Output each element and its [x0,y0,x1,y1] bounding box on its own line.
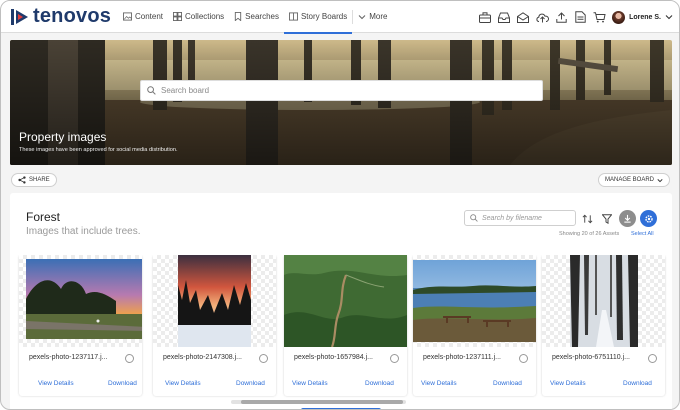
manage-board-label: MANAGE BOARD [605,177,655,183]
nav-content[interactable]: Content [118,1,168,33]
asset-filename: pexels-photo-1237117.j... [29,354,108,361]
sort-button[interactable] [579,211,595,227]
mail-open-icon[interactable] [514,8,532,26]
asset-filename: pexels-photo-2147308.j... [163,354,242,361]
bookmark-icon [235,12,242,21]
view-details-link[interactable]: View Details [165,380,201,387]
top-navigation-bar: tenovos Content Collections Searches Sto… [1,1,679,34]
asset-filename: pexels-photo-6751110.j... [552,354,630,361]
winter-sunset-forest-photo [178,255,251,347]
chevron-down-icon [657,178,663,182]
asset-card[interactable]: pexels-photo-1237117.j... View Details D… [19,255,142,396]
asset-thumbnail[interactable] [542,255,665,347]
board-search-input[interactable]: Search board [140,80,543,101]
asset-card[interactable]: pexels-photo-1657984.j... View Details D… [284,255,407,396]
board-title: Property images [19,130,107,144]
settings-button[interactable] [640,210,657,227]
view-details-link[interactable]: View Details [292,380,328,387]
manage-board-button[interactable]: MANAGE BOARD [598,173,671,187]
app-window: tenovos Content Collections Searches Sto… [0,0,680,410]
horizontal-scrollbar-thumb[interactable] [241,400,403,404]
share-button[interactable]: SHARE [11,173,57,187]
asset-count: Showing 20 of 26 Assets [559,231,620,237]
asset-select-checkbox[interactable] [125,354,134,363]
nav-content-label: Content [135,12,164,21]
grid-icon [173,12,183,21]
asset-thumbnail[interactable] [153,255,276,347]
view-details-link[interactable]: View Details [421,380,457,387]
board-subtitle: These images have been approved for soci… [19,147,178,153]
asset-thumbnail[interactable] [413,255,536,347]
download-link[interactable]: Download [493,380,522,387]
snowy-forest-path-photo [570,255,638,347]
cart-icon[interactable] [590,8,608,26]
view-details-link[interactable]: View Details [38,380,74,387]
nav-searches-label: Searches [245,12,279,21]
asset-thumbnail[interactable] [284,255,407,347]
download-icon [624,214,631,223]
asset-card[interactable]: pexels-photo-2147308.j... View Details D… [153,255,276,396]
gear-icon [644,214,653,223]
briefcase-icon[interactable] [476,8,494,26]
asset-filename: pexels-photo-1657984.j... [294,354,373,361]
upload-cloud-icon[interactable] [533,8,551,26]
board-hero-banner: Search board Property images These image… [10,40,672,165]
download-link[interactable]: Download [108,380,137,387]
filename-search-input[interactable]: Search by filename [464,210,576,226]
asset-filename: pexels-photo-1237111.j... [423,354,501,361]
sunset-road-photo [26,259,142,339]
nav-collections-label: Collections [185,12,225,21]
nav-story-boards[interactable]: Story Boards [283,1,353,34]
tenovos-logo[interactable]: tenovos [10,5,115,28]
image-icon [123,12,132,21]
filter-icon [602,214,612,224]
asset-select-checkbox[interactable] [519,354,528,363]
nav-more-label: More [369,12,388,21]
lake-bench-photo [413,260,536,342]
share-icon [18,176,26,184]
user-name: Lorene S. [629,13,661,21]
toolbar-icons: Lorene S. [475,1,673,33]
nav-story-boards-label: Story Boards [300,12,348,21]
download-all-button[interactable] [619,210,636,227]
download-link[interactable]: Download [623,380,652,387]
download-link[interactable]: Download [365,380,394,387]
search-icon [147,86,156,95]
asset-card[interactable]: pexels-photo-1237111.j... View Details D… [413,255,536,396]
asset-select-checkbox[interactable] [390,354,399,363]
chevron-down-icon [665,15,673,20]
asset-card-list: pexels-photo-1237117.j... View Details D… [16,255,672,400]
inbox-icon[interactable] [495,8,513,26]
user-menu[interactable]: Lorene S. [612,10,673,24]
asset-select-checkbox[interactable] [648,354,657,363]
view-details-link[interactable]: View Details [550,380,586,387]
main-nav: Content Collections Searches Story Board… [118,1,392,34]
avatar [612,10,626,24]
aerial-forest-road-photo [284,255,407,347]
report-icon[interactable] [571,8,589,26]
board-search-placeholder: Search board [161,86,210,95]
logo-text: tenovos [33,5,112,27]
asset-card[interactable]: pexels-photo-6751110.j... View Details D… [542,255,665,396]
board-section-panel: Forest Images that include trees. Search… [10,193,672,409]
search-icon [470,214,478,222]
upload-icon[interactable] [552,8,570,26]
nav-collections[interactable]: Collections [168,1,229,33]
filter-button[interactable] [599,211,615,227]
asset-thumbnail[interactable] [19,255,142,347]
logo-mark-icon [11,8,28,25]
sort-icon [582,214,592,224]
nav-more[interactable]: More [353,1,392,33]
chevron-down-icon [358,14,366,19]
filename-search-placeholder: Search by filename [482,214,542,222]
share-button-label: SHARE [29,177,50,183]
download-link[interactable]: Download [236,380,265,387]
asset-select-checkbox[interactable] [259,354,268,363]
nav-searches[interactable]: Searches [229,1,284,33]
select-all-link[interactable]: Select All [631,231,654,237]
storyboard-icon [288,12,298,21]
section-title: Forest [26,210,61,224]
section-subtitle: Images that include trees. [26,226,141,237]
